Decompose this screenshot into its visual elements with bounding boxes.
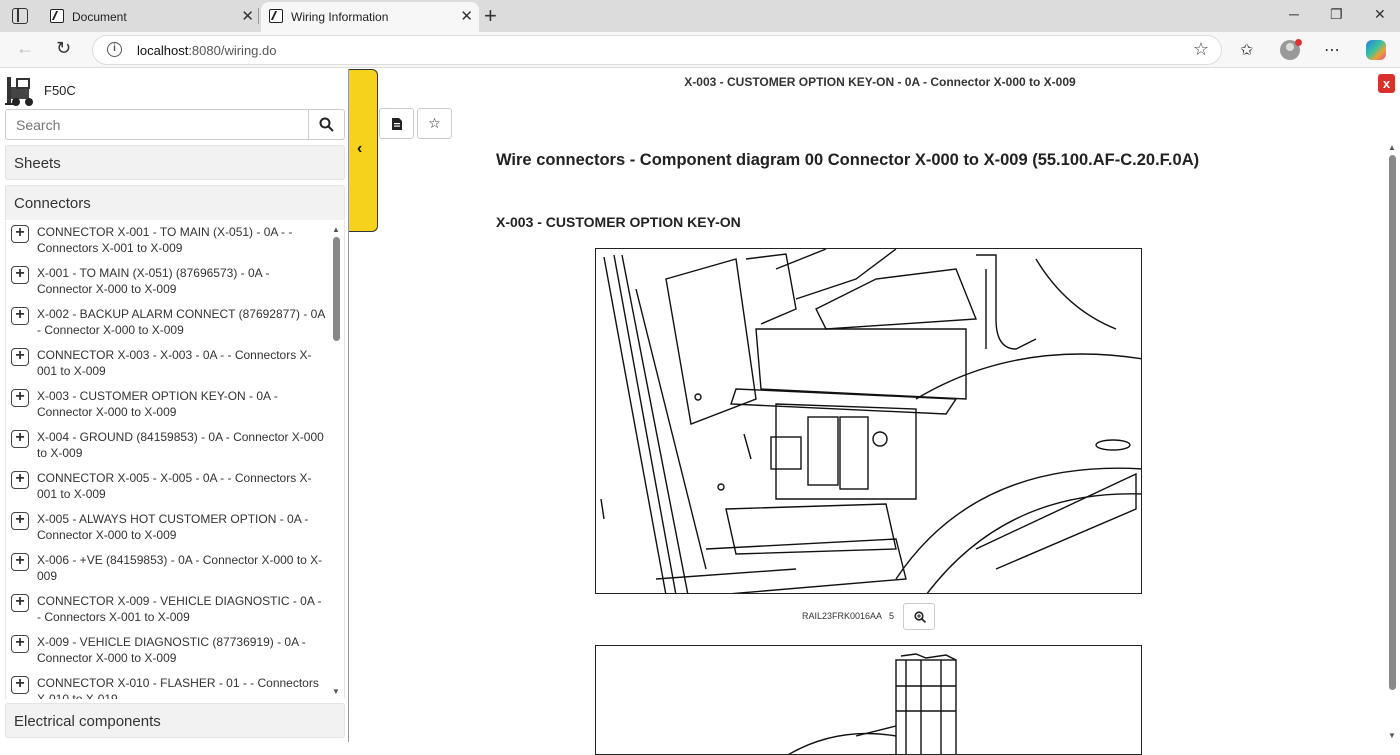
expand-plus-icon[interactable]: + [11, 307, 29, 325]
more-options-icon[interactable]: ⋯ [1324, 40, 1340, 60]
list-item[interactable]: + CONNECTOR X-009 - VEHICLE DIAGNOSTIC -… [6, 590, 324, 631]
expand-plus-icon[interactable]: + [11, 389, 29, 407]
connector-list: + CONNECTOR X-001 - TO MAIN (X-051) - 0A… [5, 221, 345, 699]
list-item[interactable]: + CONNECTOR X-005 - X-005 - 0A - - Conne… [6, 467, 324, 508]
expand-plus-icon[interactable]: + [11, 225, 29, 243]
new-tab-icon[interactable]: + [484, 3, 497, 29]
component-diagram-drawing [600, 249, 1141, 593]
app-favicon-icon [269, 9, 283, 23]
connector-label[interactable]: X-001 - TO MAIN (X-051) (87696573) - 0A … [37, 265, 327, 297]
tab-title: Wiring Information [291, 10, 389, 24]
reload-icon[interactable]: ↻ [56, 38, 71, 59]
chevron-left-icon: ‹ [357, 140, 363, 157]
minimize-icon[interactable]: ─ [1289, 6, 1299, 22]
component-diagram-image [595, 248, 1142, 594]
content-scroll-down-icon[interactable]: ▼ [1388, 731, 1396, 740]
tab-close-icon[interactable]: ✕ [241, 7, 254, 25]
connector-label[interactable]: X-009 - VEHICLE DIAGNOSTIC (87736919) - … [37, 634, 327, 666]
content-scrollbar[interactable] [1389, 155, 1396, 690]
star-icon: ☆ [428, 115, 441, 131]
sheets-section-header[interactable]: Sheets [5, 145, 345, 180]
zoom-icon [914, 611, 926, 623]
expand-plus-icon[interactable]: + [11, 635, 29, 653]
window-close-icon[interactable]: ✕ [1374, 6, 1386, 23]
forklift-logo-icon [5, 77, 33, 106]
list-item[interactable]: + X-004 - GROUND (84159853) - 0A - Conne… [6, 426, 324, 467]
list-scroll-up-icon[interactable]: ▲ [332, 225, 340, 234]
tab-title: Document [72, 10, 127, 24]
connector-label[interactable]: CONNECTOR X-005 - X-005 - 0A - - Connect… [37, 470, 327, 502]
search-button[interactable] [309, 109, 345, 140]
tab-close-icon[interactable]: ✕ [460, 7, 473, 25]
site-info-icon[interactable]: i [107, 42, 122, 57]
notification-dot [1295, 39, 1302, 46]
expand-plus-icon[interactable]: + [11, 430, 29, 448]
expand-plus-icon[interactable]: + [11, 594, 29, 612]
list-item[interactable]: + X-002 - BACKUP ALARM CONNECT (87692877… [6, 303, 327, 344]
connector-label[interactable]: X-003 - CUSTOMER OPTION KEY-ON - 0A - Co… [37, 388, 327, 420]
sub-heading: X-003 - CUSTOMER OPTION KEY-ON [496, 214, 741, 230]
connector-label[interactable]: X-004 - GROUND (84159853) - 0A - Connect… [37, 429, 327, 461]
close-panel-button[interactable]: x [1378, 74, 1395, 93]
figure-number: 5 [889, 611, 895, 621]
expand-plus-icon[interactable]: + [11, 348, 29, 366]
content-scroll-up-icon[interactable]: ▲ [1388, 143, 1396, 152]
tab-wiring-information[interactable]: Wiring Information ✕ [261, 2, 479, 32]
list-item[interactable]: + X-009 - VEHICLE DIAGNOSTIC (87736919) … [6, 631, 324, 672]
copilot-icon[interactable] [1366, 40, 1386, 60]
connector-label[interactable]: CONNECTOR X-003 - X-003 - 0A - - Connect… [37, 347, 327, 379]
search-input[interactable] [5, 109, 309, 140]
electrical-components-section-header[interactable]: Electrical components [5, 703, 345, 738]
browser-tab-bar: Document ✕ Wiring Information ✕ + ─ ❐ ✕ [0, 0, 1400, 32]
back-icon[interactable]: ← [16, 38, 34, 59]
list-item[interactable]: + X-006 - +VE (84159853) - 0A - Connecto… [6, 549, 324, 590]
expand-plus-icon[interactable]: + [11, 266, 29, 284]
connector-label[interactable]: X-002 - BACKUP ALARM CONNECT (87692877) … [37, 306, 327, 338]
list-item[interactable]: + X-005 - ALWAYS HOT CUSTOMER OPTION - 0… [6, 508, 324, 549]
connector-label[interactable]: X-006 - +VE (84159853) - 0A - Connector … [37, 552, 327, 584]
connector-label[interactable]: CONNECTOR X-009 - VEHICLE DIAGNOSTIC - 0… [37, 593, 327, 625]
tab-separator [258, 8, 259, 24]
list-item[interactable]: + CONNECTOR X-010 - FLASHER - 01 - - Con… [6, 672, 324, 699]
sidebar: F50C Sheets Connectors + CONNECTOR X-001… [0, 69, 349, 742]
component-diagram-image-2 [595, 645, 1142, 755]
app-favicon-icon [50, 9, 64, 23]
list-scrollbar[interactable] [333, 237, 340, 341]
connector-label[interactable]: X-005 - ALWAYS HOT CUSTOMER OPTION - 0A … [37, 511, 327, 543]
page-title: X-003 - CUSTOMER OPTION KEY-ON - 0A - Co… [684, 75, 1076, 89]
expand-plus-icon[interactable]: + [11, 676, 29, 694]
connectors-section-header[interactable]: Connectors [5, 185, 345, 220]
connector-label[interactable]: CONNECTOR X-010 - FLASHER - 01 - - Conne… [37, 675, 327, 699]
zoom-figure-button[interactable] [903, 603, 935, 630]
list-item[interactable]: + X-003 - CUSTOMER OPTION KEY-ON - 0A - … [6, 385, 324, 426]
collapse-sidebar-button[interactable]: ‹ [349, 69, 378, 232]
figure-caption: RAIL23FRK0016AA [802, 611, 883, 621]
list-item[interactable]: + X-001 - TO MAIN (X-051) (87696573) - 0… [6, 262, 324, 303]
list-item[interactable]: + CONNECTOR X-003 - X-003 - 0A - - Conne… [6, 344, 324, 385]
list-item[interactable]: + CONNECTOR X-001 - TO MAIN (X-051) - 0A… [6, 221, 324, 262]
list-scroll-down-icon[interactable]: ▼ [332, 687, 340, 696]
tab-actions-icon[interactable] [12, 8, 28, 24]
save-document-button[interactable] [379, 108, 414, 139]
section-heading: Wire connectors - Component diagram 00 C… [496, 151, 1200, 169]
search-icon [319, 117, 334, 132]
bookmark-button[interactable]: ☆ [417, 108, 452, 139]
tab-document[interactable]: Document ✕ [42, 2, 260, 32]
expand-plus-icon[interactable]: + [11, 471, 29, 489]
component-diagram-drawing-2 [788, 653, 957, 754]
favorite-star-icon[interactable]: ☆ [1193, 39, 1209, 60]
expand-plus-icon[interactable]: + [11, 512, 29, 530]
browser-toolbar: ← ↻ i localhost:8080/wiring.do ☆ ✩ ⋯ [0, 32, 1400, 68]
restore-icon[interactable]: ❐ [1330, 6, 1343, 23]
url-text[interactable]: localhost:8080/wiring.do [137, 43, 276, 58]
model-name: F50C [44, 83, 76, 98]
connector-label[interactable]: CONNECTOR X-001 - TO MAIN (X-051) - 0A -… [37, 224, 327, 256]
document-icon [391, 118, 402, 130]
favorites-icon[interactable]: ✩ [1240, 40, 1253, 60]
address-bar[interactable]: i localhost:8080/wiring.do ☆ [92, 35, 1222, 65]
expand-plus-icon[interactable]: + [11, 553, 29, 571]
